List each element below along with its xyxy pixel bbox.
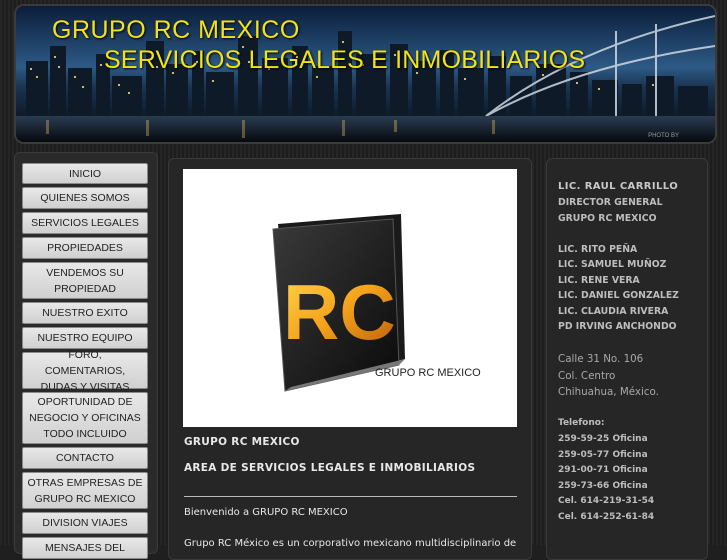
nav-item-label: NUESTRO EQUIPO	[37, 332, 133, 344]
nav-item-label: INICIO	[68, 167, 102, 180]
nav-item-label: OPORTUNIDAD DE NEGOCIO Y OFICINAS TODO I…	[29, 396, 141, 440]
nav-item-label: FORO, COMENTARIOS, DUDAS Y VISITAS	[40, 348, 130, 393]
team-member: LIC. CLAUDIA RIVERA	[558, 306, 669, 317]
phone-number: Cel. 614-252-61-84	[558, 512, 655, 522]
nav-item-nuestro-exito[interactable]: NUESTRO EXITO	[22, 302, 148, 324]
address-line: Col. Centro	[558, 370, 616, 382]
address-line: Chihuahua, México.	[558, 386, 659, 398]
director-role: DIRECTOR GENERAL	[558, 197, 663, 208]
team-member: LIC. DANIEL GONZALEZ	[558, 290, 679, 301]
phone-number: 259-59-25 Oficina	[558, 434, 648, 444]
nav-item-vendemos-su-propiedad[interactable]: VENDEMOS SU PROPIEDAD	[22, 262, 148, 299]
nav-item-oportunidad-de-negocio[interactable]: OPORTUNIDAD DE NEGOCIO Y OFICINAS TODO I…	[22, 392, 148, 444]
nav-item-propiedades[interactable]: PROPIEDADES	[22, 237, 148, 259]
welcome-text: Bienvenido a GRUPO RC MEXICO	[184, 507, 348, 518]
content-divider	[184, 496, 517, 497]
company-name: GRUPO RC MEXICO	[558, 213, 657, 224]
intro-text: Grupo RC México es un corporativo mexica…	[184, 538, 517, 549]
company-logo-image: RC GRUPO RC MEXICO	[183, 169, 517, 427]
site-subtitle: SERVICIOS LEGALES E INMOBILIARIOS	[104, 46, 586, 74]
team-member: LIC. RITO PEÑA	[558, 244, 638, 255]
nav-item-mensajes[interactable]: MENSAJES DEL	[22, 537, 148, 559]
nav-item-contacto[interactable]: CONTACTO	[22, 447, 148, 469]
nav-item-label: PROPIEDADES	[47, 242, 123, 254]
photo-credit: PHOTO BY	[648, 133, 679, 139]
team-member: PD IRVING ANCHONDO	[558, 321, 677, 332]
nav-item-label: QUIENES SOMOS	[40, 192, 130, 204]
logo-caption: GRUPO RC MEXICO	[375, 367, 481, 379]
phone-number: Cel. 614-219-31-54	[558, 496, 655, 506]
sidebar-navigation: INICIO QUIENES SOMOS SERVICIOS LEGALES P…	[14, 152, 158, 559]
nav-item-label: NUESTRO EXITO	[42, 307, 128, 319]
nav-item-label: DIVISION VIAJES	[42, 517, 128, 529]
rc-logo-graphic: RC	[272, 214, 405, 392]
phone-label: Telefono:	[558, 418, 605, 428]
content-heading: GRUPO RC MEXICO	[184, 436, 300, 448]
header-banner: GRUPO RC MEXICO SERVICIOS LEGALES E INMO…	[14, 4, 717, 144]
nav-item-quienes-somos[interactable]: QUIENES SOMOS	[22, 187, 148, 209]
phone-number: 259-05-77 Oficina	[558, 450, 648, 460]
contact-sidebar: LIC. RAUL CARRILLO DIRECTOR GENERAL GRUP…	[546, 158, 708, 560]
team-member: LIC. SAMUEL MUÑOZ	[558, 259, 667, 270]
logo-letters: RC	[283, 268, 396, 356]
nav-item-label: VENDEMOS SU PROPIEDAD	[46, 266, 124, 295]
nav-item-otras-empresas[interactable]: OTRAS EMPRESAS DE GRUPO RC MEXICO	[22, 472, 148, 509]
nav-item-label: MENSAJES DEL	[45, 542, 125, 554]
content-subheading: AREA DE SERVICIOS LEGALES E INMOBILIARIO…	[184, 462, 476, 474]
phone-number: 259-73-66 Oficina	[558, 481, 648, 491]
nav-item-foro[interactable]: FORO, COMENTARIOS, DUDAS Y VISITAS	[22, 349, 148, 393]
nav-item-division-viajes[interactable]: DIVISION VIAJES	[22, 512, 148, 534]
site-title: GRUPO RC MEXICO	[52, 16, 300, 44]
team-member: LIC. RENE VERA	[558, 275, 640, 286]
director-name: LIC. RAUL CARRILLO	[558, 181, 679, 192]
main-content: RC GRUPO RC MEXICO GRUPO RC MEXICO AREA …	[168, 158, 532, 560]
phone-number: 291-00-71 Oficina	[558, 465, 648, 475]
nav-item-label: CONTACTO	[56, 452, 114, 464]
nav-item-label: OTRAS EMPRESAS DE GRUPO RC MEXICO	[27, 476, 143, 505]
nav-item-inicio[interactable]: INICIO	[22, 163, 148, 184]
address-line: Calle 31 No. 106	[558, 353, 644, 365]
nav-item-label: SERVICIOS LEGALES	[31, 217, 139, 229]
nav-item-servicios-legales[interactable]: SERVICIOS LEGALES	[22, 212, 148, 234]
